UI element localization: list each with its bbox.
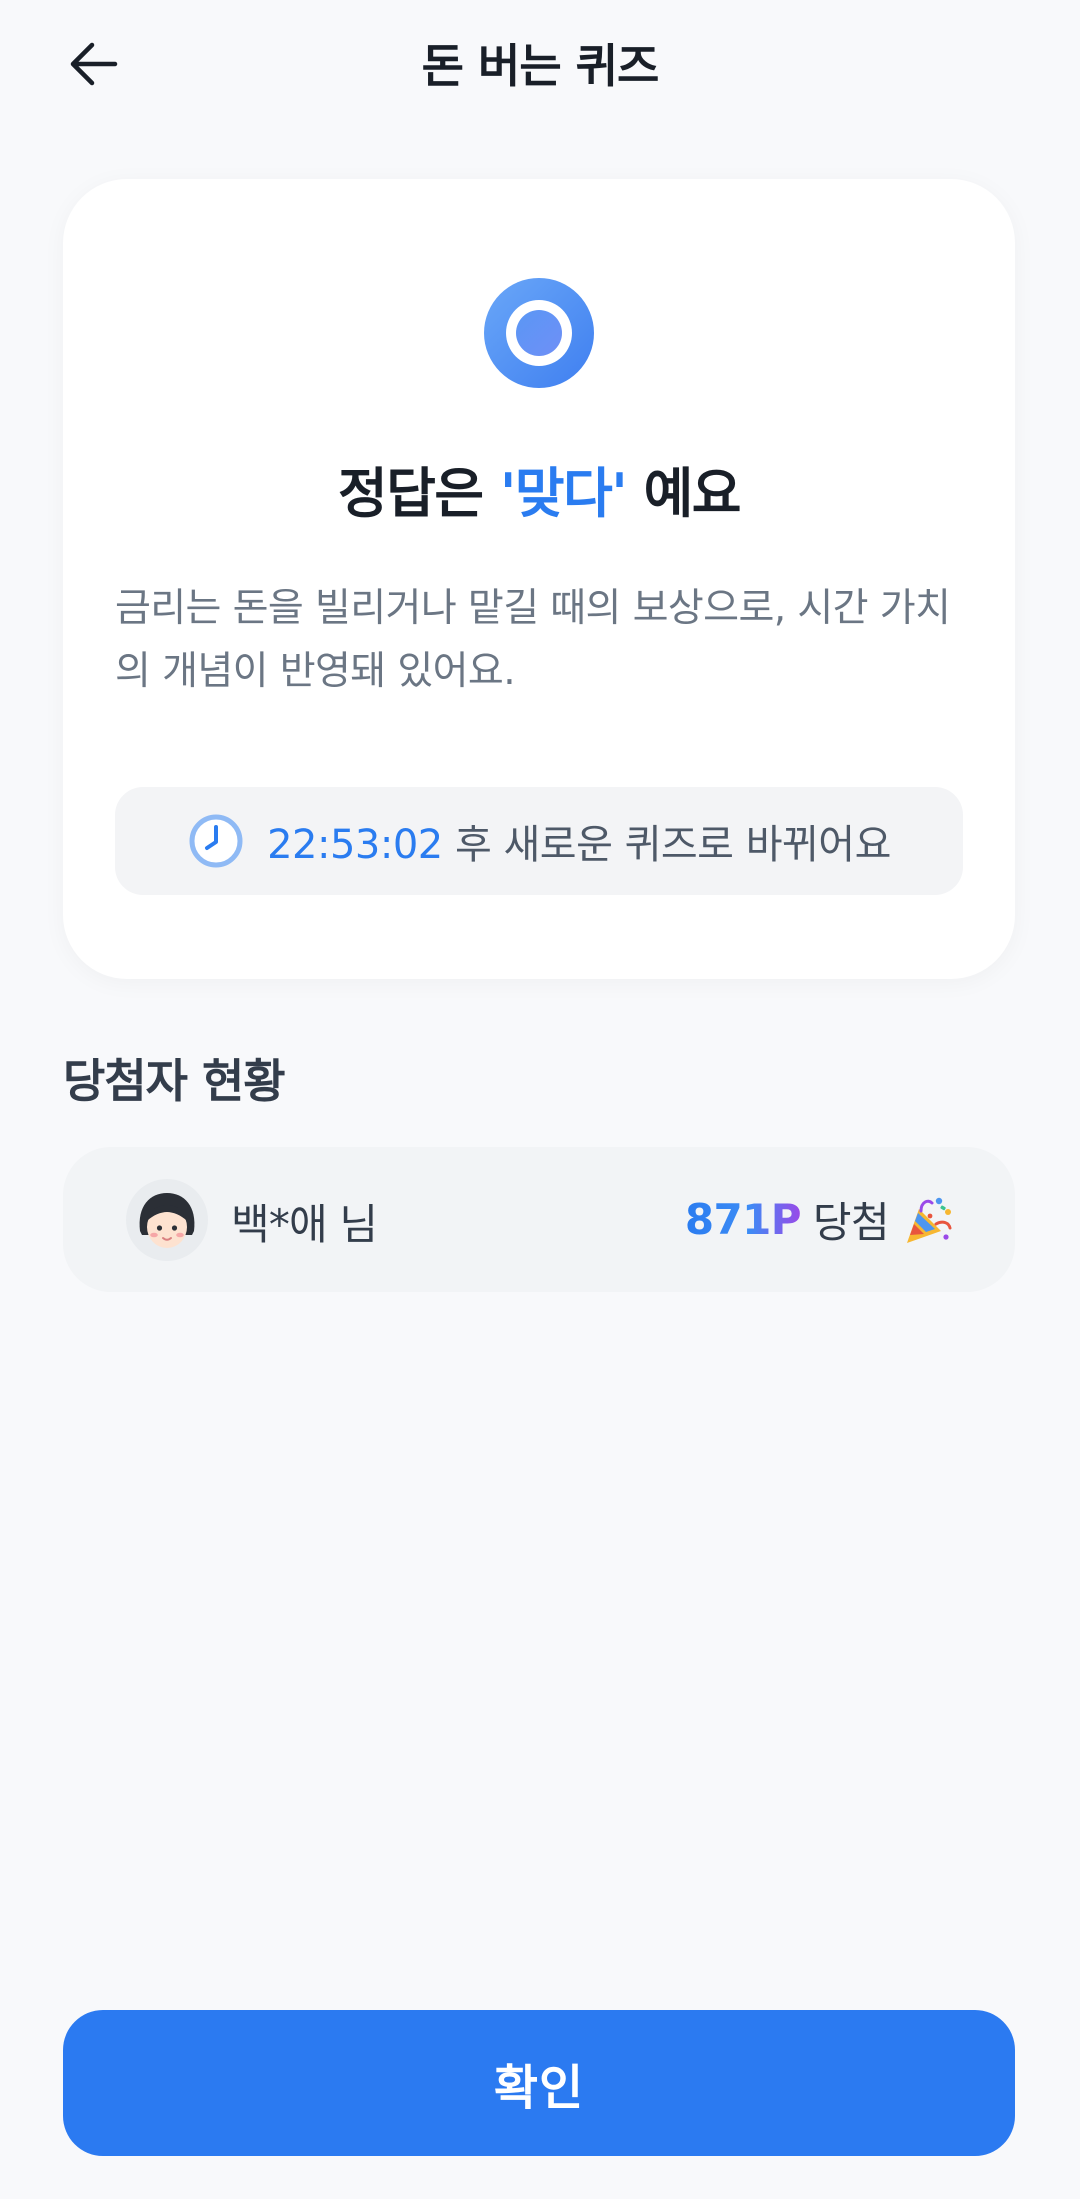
confirm-button[interactable]: 확인 xyxy=(63,2010,1015,2156)
answer-card: 정답은 '맞다' 예요 금리는 돈을 빌리거나 맡길 때의 보상으로, 시간 가… xyxy=(63,179,1015,979)
page-title: 돈 버는 퀴즈 xyxy=(421,39,660,93)
header: 돈 버는 퀴즈 xyxy=(0,0,1080,126)
prize-label: 당첨 xyxy=(812,1198,890,1247)
answer-title-prefix: 정답은 xyxy=(338,462,500,525)
prize-amount: 871P xyxy=(684,1195,802,1244)
clock-icon xyxy=(189,814,243,868)
timer-text: 22:53:02 후 새로운 퀴즈로 바뀌어요 xyxy=(267,812,891,870)
party-popper-icon xyxy=(907,1197,952,1243)
timer-countdown: 22:53:02 xyxy=(267,822,443,868)
answer-explanation: 금리는 돈을 빌리거나 맡길 때의 보상으로, 시간 가치의 개념이 반영돼 있… xyxy=(115,586,951,694)
winners-section-title: 당첨자 현황 xyxy=(63,1054,286,1108)
answer-title-suffix: 예요 xyxy=(626,462,742,525)
answer-value: '맞다' xyxy=(499,462,628,525)
winner-row: 백*애 님 871P 당첨 xyxy=(63,1147,1015,1292)
quiz-result-screen: 돈 버는 퀴즈 정답은 '맞다' 예요 금리는 돈을 빌리거나 맡길 때의 보상… xyxy=(0,0,1080,2199)
winner-name: 백*애 님 xyxy=(231,1200,378,1249)
correct-circle-icon xyxy=(484,278,594,388)
winner-prize: 871P 당첨 xyxy=(685,1189,955,1250)
timer-box: 22:53:02 후 새로운 퀴즈로 바뀌어요 xyxy=(115,787,963,895)
avatar-girl-icon xyxy=(126,1179,208,1261)
answer-title: 정답은 '맞다' 예요 xyxy=(63,449,1015,528)
timer-suffix: 후 새로운 퀴즈로 바뀌어요 xyxy=(442,822,891,868)
